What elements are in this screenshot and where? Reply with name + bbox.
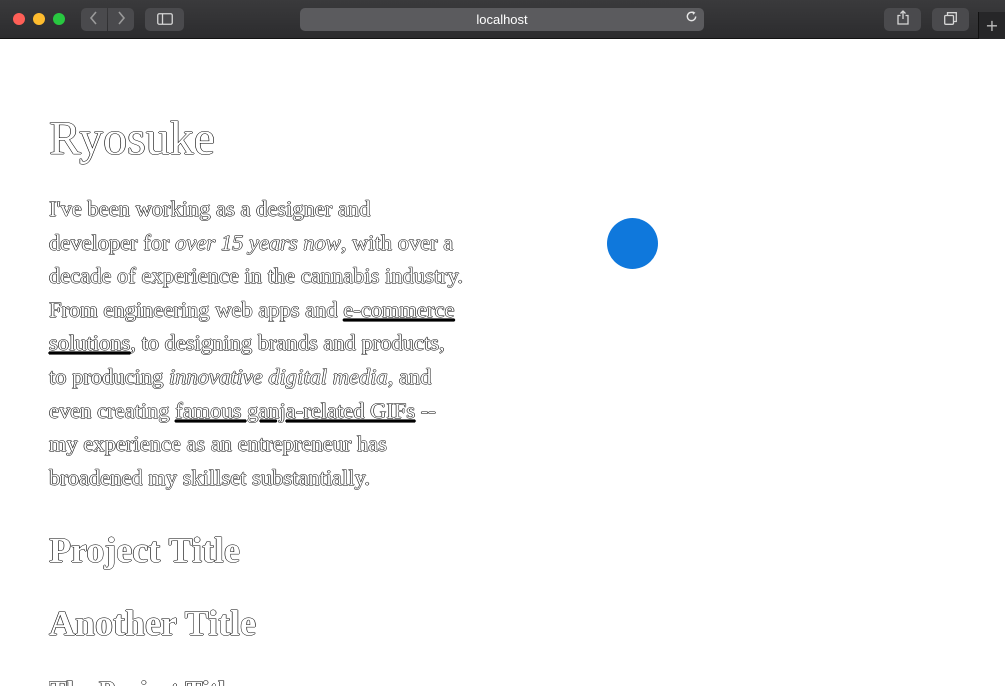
address-text: localhost — [476, 12, 528, 27]
bio-text: , with over a — [340, 229, 454, 255]
bio-text: , and — [387, 363, 432, 389]
bio-line: to producing innovative digital media, a… — [49, 360, 519, 394]
share-button[interactable] — [884, 8, 921, 31]
bio-line: From engineering web apps and e-commerce — [49, 293, 519, 327]
bio-text: broadened my skillset substantially. — [49, 464, 370, 490]
bio-line: developer for over 15 years now, with ov… — [49, 226, 519, 260]
back-button[interactable] — [81, 8, 107, 31]
another-title-heading: Another Title — [49, 603, 257, 643]
bio-line: solutions, to designing brands and produ… — [49, 326, 519, 360]
tab-overview-button[interactable] — [932, 8, 969, 31]
bio-line: my experience as an entrepreneur has — [49, 427, 519, 461]
browser-toolbar: localhost + — [0, 0, 1005, 39]
address-bar[interactable]: localhost — [300, 8, 704, 31]
zoom-window-button[interactable] — [53, 13, 65, 25]
bio-emphasis: over 15 years now — [175, 229, 341, 255]
project-title-heading: Project Title — [49, 530, 240, 570]
share-icon — [896, 10, 909, 29]
bio-text: , to designing brands and products, — [130, 330, 445, 356]
ecommerce-link-continued[interactable]: solutions — [49, 330, 130, 355]
bio-line: decade of experience in the cannabis ind… — [49, 259, 519, 293]
chevron-right-icon — [116, 10, 126, 29]
bio-paragraph: I've been working as a designer and deve… — [49, 192, 519, 494]
sidebar-toggle-button[interactable] — [145, 8, 184, 31]
page-title: Ryosuke — [49, 112, 216, 165]
minimize-window-button[interactable] — [33, 13, 45, 25]
chevron-left-icon — [89, 10, 99, 29]
new-tab-button[interactable]: + — [978, 12, 1005, 39]
gifs-link[interactable]: famous ganja-related GIFs — [175, 398, 415, 423]
bio-text: my experience as an entrepreneur has — [49, 431, 387, 457]
tab-overview-icon — [944, 10, 957, 29]
bio-text: decade of experience in the cannabis ind… — [49, 263, 463, 289]
bio-text: -- — [415, 397, 436, 423]
bio-text: I've been working as a designer and — [49, 196, 371, 221]
close-window-button[interactable] — [13, 13, 25, 25]
bio-text: From engineering web apps and — [49, 296, 344, 322]
bio-text: developer for — [49, 229, 176, 255]
sidebar-icon — [156, 10, 173, 29]
ecommerce-link[interactable]: e-commerce — [343, 297, 454, 322]
plus-icon: + — [985, 16, 999, 35]
bio-line: even creating famous ganja-related GIFs … — [49, 394, 519, 428]
forward-button[interactable] — [108, 8, 134, 31]
bio-line: broadened my skillset substantially. — [49, 461, 519, 495]
bio-text: even creating — [49, 397, 176, 423]
bio-text: to producing — [49, 363, 169, 389]
bio-line: I've been working as a designer and — [49, 192, 519, 226]
bio-emphasis: innovative digital media — [168, 363, 388, 389]
partial-heading: The Project Title — [49, 676, 237, 686]
reload-icon[interactable] — [685, 10, 698, 27]
blue-dot — [607, 218, 658, 269]
